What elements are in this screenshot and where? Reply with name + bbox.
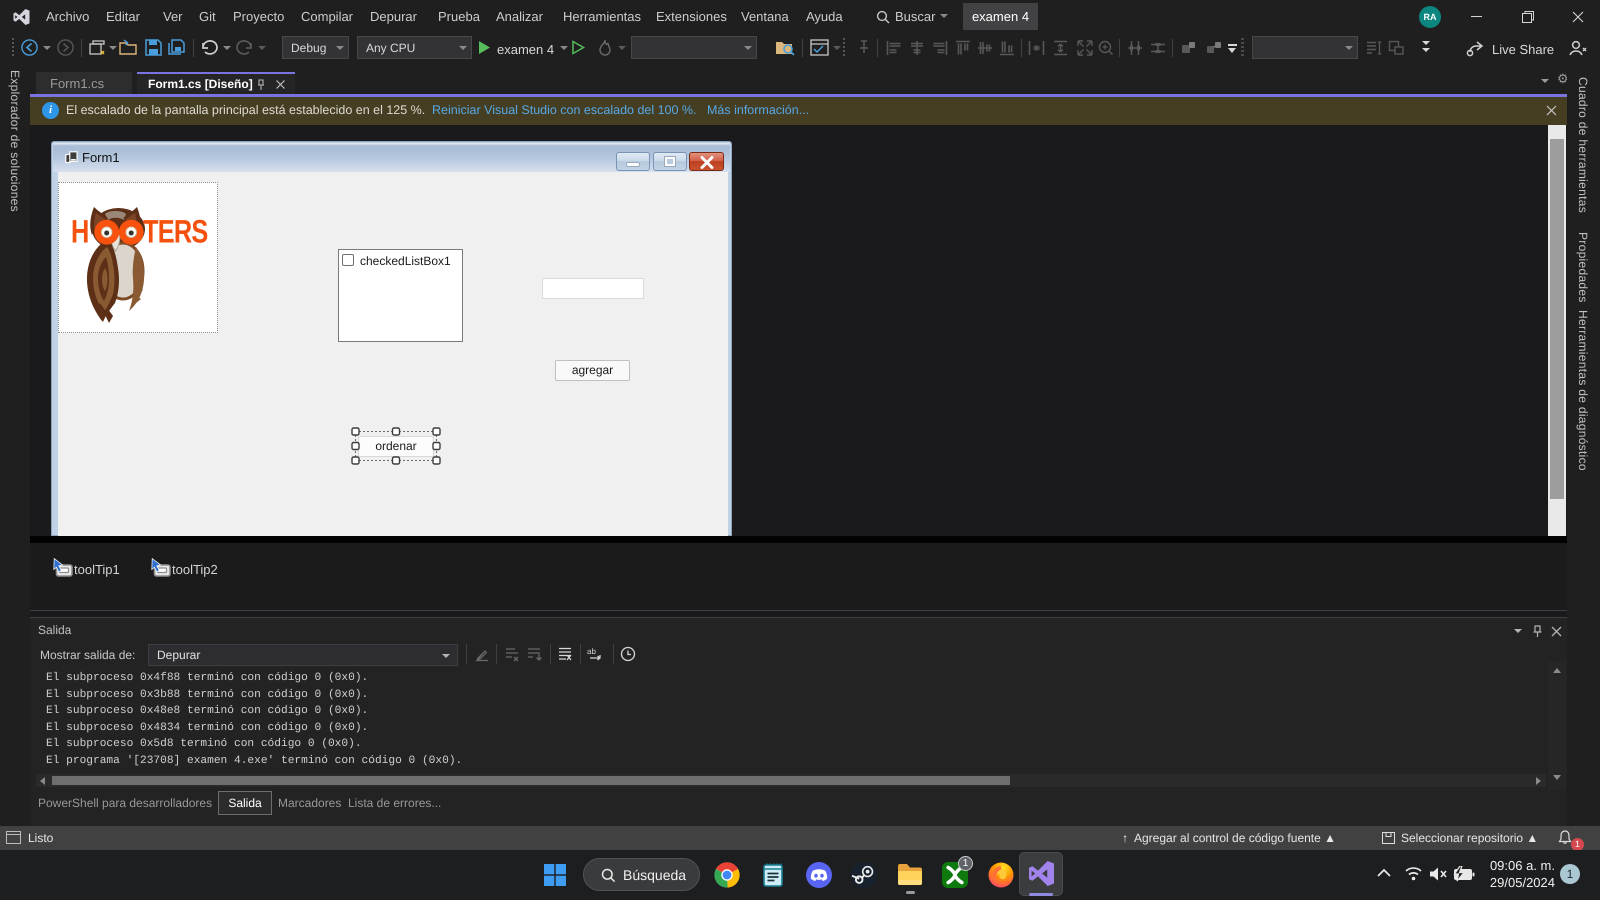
svg-text:ab: ab: [587, 647, 596, 656]
svg-text:H: H: [71, 214, 89, 250]
svg-text:TERS: TERS: [143, 214, 208, 250]
